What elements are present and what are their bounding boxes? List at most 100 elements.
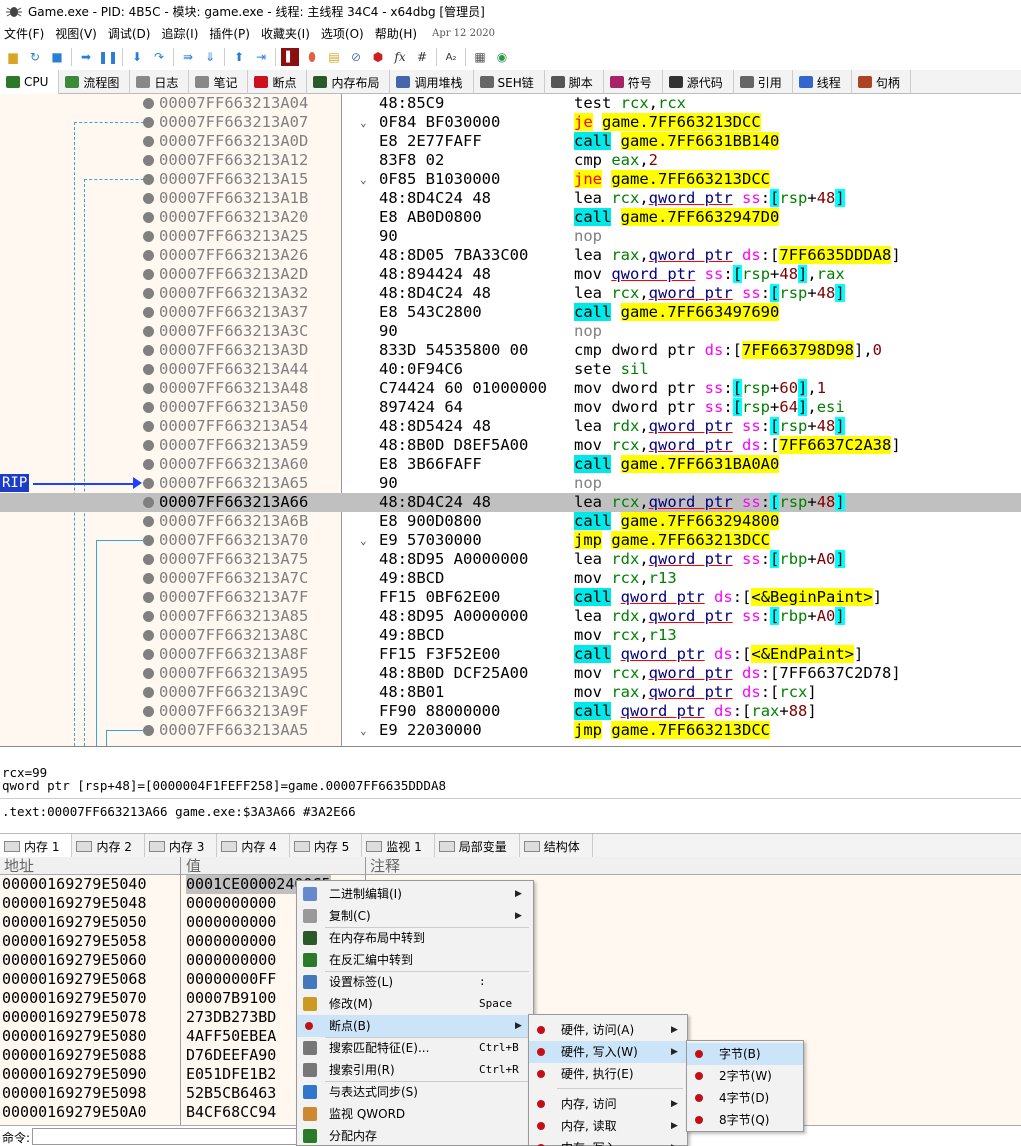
- instruction-row[interactable]: 00007FF663213A75 48:8D95 A0000000 lea rdx,…: [0, 550, 1021, 569]
- execute-till-return-icon[interactable]: ⬆: [230, 48, 248, 66]
- breakpoint-bullet[interactable]: [143, 440, 154, 451]
- run-to-user-code-icon[interactable]: ⇥: [252, 48, 270, 66]
- context-menu-item[interactable]: 设置标签(L):: [297, 971, 533, 993]
- context-menu-item[interactable]: 断点(B) ▶: [297, 1015, 533, 1037]
- globe-icon[interactable]: ◉: [493, 48, 511, 66]
- size-menu-item[interactable]: 4字节(D): [687, 1087, 803, 1109]
- dump-column-separator[interactable]: [180, 857, 181, 1125]
- context-menu-item[interactable]: 与表达式同步(S): [297, 1081, 533, 1103]
- dump-tab-7[interactable]: 结构体: [520, 834, 593, 858]
- instruction-row[interactable]: 00007FF663213A25 90 nop: [0, 227, 1021, 246]
- context-menu-item[interactable]: 分配内存: [297, 1125, 533, 1146]
- tab-9[interactable]: 符号: [604, 70, 663, 94]
- instruction-row[interactable]: 00007FF663213A7C 49:8BCD mov rcx,r13: [0, 569, 1021, 588]
- instruction-row[interactable]: 00007FF663213A9C 48:8B01 mov rax,qword ptr…: [0, 683, 1021, 702]
- instruction-row[interactable]: 00007FF663213A9F FF90 88000000 call qword …: [0, 702, 1021, 721]
- tab-11[interactable]: 引用: [734, 70, 793, 94]
- instruction-row[interactable]: 00007FF663213A07 ⌄ 0F84 BF030000 je game.7F…: [0, 113, 1021, 132]
- close-icon[interactable]: ■: [48, 48, 66, 66]
- breakpoint-bullet[interactable]: [143, 117, 154, 128]
- comment-icon[interactable]: ▤: [325, 48, 343, 66]
- instruction-row[interactable]: 00007FF663213A7F FF15 0BF62E00 call qword …: [0, 588, 1021, 607]
- instruction-row[interactable]: 00007FF663213A37 E8 543C2800 call game.7FF…: [0, 303, 1021, 322]
- dump-tab-6[interactable]: 局部变量: [435, 834, 520, 858]
- context-menu-item[interactable]: 搜索引用(R) Ctrl+R: [297, 1059, 533, 1081]
- dump-tab-4[interactable]: 内存 5: [290, 834, 363, 858]
- breakpoint-bullet[interactable]: [143, 687, 154, 698]
- tab-6[interactable]: 调用堆栈: [390, 70, 474, 94]
- function-icon[interactable]: fx: [391, 48, 409, 66]
- step-over-icon[interactable]: ↷: [150, 48, 168, 66]
- breakpoint-bullet[interactable]: [143, 554, 154, 565]
- size-menu-item[interactable]: 2字节(W): [687, 1065, 803, 1087]
- font-icon[interactable]: A₂: [442, 48, 460, 66]
- instruction-row[interactable]: 00007FF663213A04 48:85C9 test rcx,rcx: [0, 94, 1021, 113]
- bookmark-icon[interactable]: ⬢: [369, 48, 387, 66]
- tab-7[interactable]: SEH链: [474, 70, 545, 94]
- breakpoint-menu-item[interactable]: 内存, 访问 ▶: [529, 1093, 687, 1115]
- breakpoint-bullet[interactable]: [143, 725, 154, 736]
- tab-1[interactable]: 流程图: [59, 70, 131, 94]
- breakpoint-bullet[interactable]: [143, 231, 154, 242]
- breakpoint-bullet[interactable]: [143, 668, 154, 679]
- breakpoint-bullet[interactable]: [143, 326, 154, 337]
- instruction-row[interactable]: 00007FF663213A70 ⌄ E9 57030000 jmp game.7FF…: [0, 531, 1021, 550]
- tab-5[interactable]: 内存布局: [307, 70, 391, 94]
- breakpoint-bullet[interactable]: [143, 383, 154, 394]
- tab-10[interactable]: 源代码: [663, 70, 734, 94]
- breakpoint-menu-item[interactable]: 硬件, 写入(W) ▶: [529, 1041, 687, 1063]
- open-icon[interactable]: ▆: [4, 48, 22, 66]
- breakpoint-bullet[interactable]: [143, 592, 154, 603]
- breakpoint-bullet[interactable]: [143, 193, 154, 204]
- instruction-row[interactable]: 00007FF663213A1B 48:8D4C24 48 lea rcx,qwor…: [0, 189, 1021, 208]
- calculator-icon[interactable]: ▦: [471, 48, 489, 66]
- trace-over-icon[interactable]: ⇓: [201, 48, 219, 66]
- context-menu-item[interactable]: 在内存布局中转到: [297, 927, 533, 949]
- menu-trace[interactable]: 追踪(I): [157, 25, 205, 42]
- menu-help[interactable]: 帮助(H): [371, 25, 424, 42]
- step-into-icon[interactable]: ⬇: [128, 48, 146, 66]
- breakpoint-bullet[interactable]: [143, 345, 154, 356]
- patch-icon[interactable]: ⬮: [303, 48, 321, 66]
- instruction-row[interactable]: 00007FF663213A3D 833D 54535800 00 cmp dwor…: [0, 341, 1021, 360]
- size-menu-item[interactable]: 字节(B): [687, 1043, 803, 1065]
- instruction-row[interactable]: 00007FF663213A6B E8 900D0800 call game.7FF…: [0, 512, 1021, 531]
- breakpoint-bullet[interactable]: [143, 155, 154, 166]
- breakpoint-menu-item[interactable]: 内存, 读取 ▶: [529, 1115, 687, 1137]
- breakpoint-bullet[interactable]: [143, 174, 154, 185]
- instruction-row[interactable]: 00007FF663213A60 E8 3B66FAFF call game.7FF…: [0, 455, 1021, 474]
- tab-12[interactable]: 线程: [793, 70, 852, 94]
- breakpoint-bullet[interactable]: [143, 364, 154, 375]
- instruction-row[interactable]: 00007FF663213A8C 49:8BCD mov rcx,r13: [0, 626, 1021, 645]
- menu-options[interactable]: 选项(O): [317, 25, 371, 42]
- instruction-row[interactable]: 00007FF663213A0D E8 2E77FAFF call game.7FF…: [0, 132, 1021, 151]
- dump-header-comment[interactable]: 注释: [370, 855, 400, 876]
- menu-plugins[interactable]: 插件(P): [205, 25, 257, 42]
- breakpoint-bullet[interactable]: [143, 630, 154, 641]
- breakpoint-bullet[interactable]: [143, 706, 154, 717]
- breakpoint-bullet[interactable]: [143, 459, 154, 470]
- current-instruction-row[interactable]: 00007FF663213A66 48:8D4C24 48 lea rcx,qwor…: [0, 493, 1021, 512]
- tab-3[interactable]: 笔记: [189, 70, 249, 94]
- breakpoint-bullet[interactable]: [143, 98, 154, 109]
- instruction-row[interactable]: 00007FF663213A8F FF15 F3F52E00 call qword …: [0, 645, 1021, 664]
- instruction-row[interactable]: 00007FF663213A44 40:0F94C6 sete sil: [0, 360, 1021, 379]
- breakpoint-bullet[interactable]: [143, 212, 154, 223]
- dump-tab-1[interactable]: 内存 2: [72, 834, 145, 858]
- breakpoint-menu-item[interactable]: 硬件, 访问(A) ▶: [529, 1019, 687, 1041]
- pause-icon[interactable]: ❚❚: [98, 48, 118, 66]
- breakpoint-bullet[interactable]: [143, 611, 154, 622]
- breakpoint-bullet[interactable]: [143, 649, 154, 660]
- instruction-row[interactable]: 00007FF663213A15 ⌄ 0F85 B1030000 jne game.7…: [0, 170, 1021, 189]
- breakpoint-bullet[interactable]: [143, 307, 154, 318]
- breakpoint-bullet[interactable]: [143, 573, 154, 584]
- instruction-row[interactable]: 00007FF663213A3C 90 nop: [0, 322, 1021, 341]
- command-input[interactable]: [32, 1128, 312, 1145]
- label-icon[interactable]: ⊘: [347, 48, 365, 66]
- dump-header-value[interactable]: 值: [186, 855, 201, 876]
- instruction-row[interactable]: 00007FF663213A48 C74424 60 01000000 mov dw…: [0, 379, 1021, 398]
- instruction-row[interactable]: 00007FF663213A12 83F8 02 cmp eax,2: [0, 151, 1021, 170]
- instruction-row[interactable]: 00007FF663213A50 897424 64 mov dword ptr s…: [0, 398, 1021, 417]
- trace-into-icon[interactable]: ⇛: [179, 48, 197, 66]
- context-menu-item[interactable]: 复制(C) ▶: [297, 905, 533, 927]
